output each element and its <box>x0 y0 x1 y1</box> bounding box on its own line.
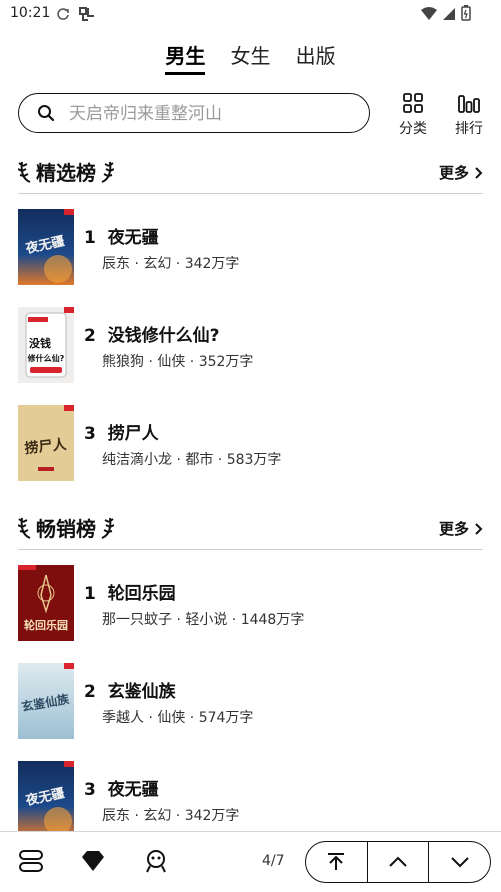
book-item[interactable]: 玄鉴仙族 2 玄鉴仙族 季越人 · 仙侠 · 574万字 <box>18 653 483 751</box>
more-button[interactable]: 更多 <box>439 518 483 539</box>
book-title: 夜无疆 <box>107 780 159 800</box>
book-item[interactable]: 没钱 修什么仙? 2 没钱修什么仙? 熊狼狗 · 仙侠 · 352万字 <box>18 297 483 395</box>
app-notification-icon <box>78 6 96 26</box>
book-item[interactable]: 轮回乐园 1 轮回乐园 那一只蚊子 · 轻小说 · 1448万字 <box>18 555 483 653</box>
tab-female[interactable]: 女生 <box>231 40 271 75</box>
search-input[interactable] <box>67 100 361 128</box>
book-rank: 1 <box>84 584 96 604</box>
profile-icon[interactable] <box>143 848 169 878</box>
section-title: 畅销榜 <box>36 516 96 541</box>
svg-text:没钱: 没钱 <box>29 336 51 350</box>
book-title: 夜无疆 <box>107 228 159 248</box>
more-label: 更多 <box>438 520 469 538</box>
svg-text:修什么仙?: 修什么仙? <box>27 353 65 363</box>
section-header: 畅销榜 更多 <box>18 509 483 550</box>
chevron-right-icon <box>475 166 483 179</box>
more-button[interactable]: 更多 <box>439 162 483 183</box>
book-cover: 没钱 修什么仙? <box>18 307 74 383</box>
page-up-button[interactable] <box>366 842 429 882</box>
book-cover: 捞尸人 <box>18 405 74 481</box>
book-meta: 纯洁滴小龙 · 都市 · 583万字 <box>102 452 282 468</box>
bar-chart-icon <box>458 95 480 113</box>
status-bar: 10:21 <box>0 0 501 28</box>
book-meta: 那一只蚊子 · 轻小说 · 1448万字 <box>102 612 305 628</box>
search-icon <box>38 105 55 122</box>
book-rank: 2 <box>84 326 96 346</box>
laurel-right-icon <box>101 517 114 539</box>
book-title: 轮回乐园 <box>107 584 176 604</box>
scroll-to-top-button[interactable] <box>306 842 367 882</box>
laurel-right-icon <box>101 161 114 183</box>
book-item[interactable]: 夜无疆 1 夜无疆 辰东 · 玄幻 · 342万字 <box>18 199 483 297</box>
book-cover: 夜无疆 <box>18 761 74 837</box>
signal-icon <box>442 6 456 25</box>
section-title: 精选榜 <box>36 160 96 185</box>
featured-list-section: 精选榜 更多 夜无疆 1 夜无疆 辰东 · 玄幻 · 342万字 没钱 修什么仙… <box>18 153 483 493</box>
book-meta: 辰东 · 玄幻 · 342万字 <box>102 256 240 272</box>
tab-male[interactable]: 男生 <box>165 40 206 75</box>
grid-icon <box>403 93 423 113</box>
bottom-bar: 4/7 <box>0 831 501 892</box>
book-meta: 熊狼狗 · 仙侠 · 352万字 <box>102 354 254 370</box>
section-header: 精选榜 更多 <box>18 153 483 194</box>
category-tabs: 男生 女生 出版 <box>0 40 501 76</box>
page-down-button[interactable] <box>428 842 490 882</box>
more-label: 更多 <box>438 164 469 182</box>
rank-label: 排行 <box>455 121 483 137</box>
category-button[interactable]: 分类 <box>393 92 433 138</box>
book-cover: 轮回乐园 <box>18 565 74 641</box>
page-indicator: 4/7 <box>262 853 285 869</box>
laurel-left-icon <box>18 161 31 183</box>
book-rank: 3 <box>84 780 96 800</box>
book-cover: 夜无疆 <box>18 209 74 285</box>
wifi-icon <box>420 6 438 25</box>
status-time: 10:21 <box>10 5 51 21</box>
bookshelf-icon[interactable] <box>18 848 44 878</box>
book-title: 玄鉴仙族 <box>107 682 176 702</box>
book-title: 没钱修什么仙? <box>107 326 220 346</box>
sync-icon <box>56 6 70 25</box>
search-bar[interactable] <box>18 93 370 133</box>
book-meta: 季越人 · 仙侠 · 574万字 <box>102 710 254 726</box>
diamond-store-icon[interactable] <box>80 848 106 878</box>
book-rank: 3 <box>84 424 96 444</box>
book-title: 捞尸人 <box>107 424 159 444</box>
tab-publish[interactable]: 出版 <box>296 40 336 75</box>
battery-icon <box>461 5 471 25</box>
scroll-nav <box>305 841 491 883</box>
laurel-left-icon <box>18 517 31 539</box>
svg-text:轮回乐园: 轮回乐园 <box>24 618 68 632</box>
chevron-up-icon <box>389 856 407 867</box>
rank-button[interactable]: 排行 <box>449 92 489 138</box>
book-meta: 辰东 · 玄幻 · 342万字 <box>102 808 240 824</box>
book-rank: 1 <box>84 228 96 248</box>
book-rank: 2 <box>84 682 96 702</box>
book-item[interactable]: 捞尸人 3 捞尸人 纯洁滴小龙 · 都市 · 583万字 <box>18 395 483 493</box>
arrow-to-top-icon <box>328 853 345 870</box>
category-label: 分类 <box>399 121 427 137</box>
chevron-right-icon <box>475 522 483 535</box>
book-cover: 玄鉴仙族 <box>18 663 74 739</box>
chevron-down-icon <box>450 857 469 868</box>
bestseller-list-section: 畅销榜 更多 轮回乐园 1 轮回乐园 那一只蚊子 · 轻小说 · 1448万字 <box>18 509 483 849</box>
